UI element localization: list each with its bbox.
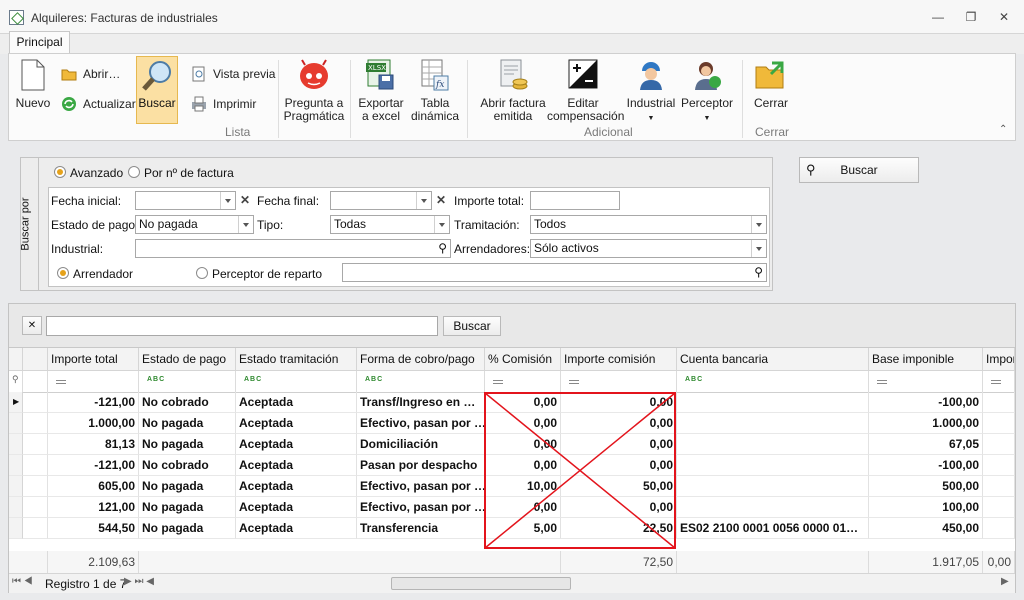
red-cross-annotation bbox=[484, 392, 676, 549]
